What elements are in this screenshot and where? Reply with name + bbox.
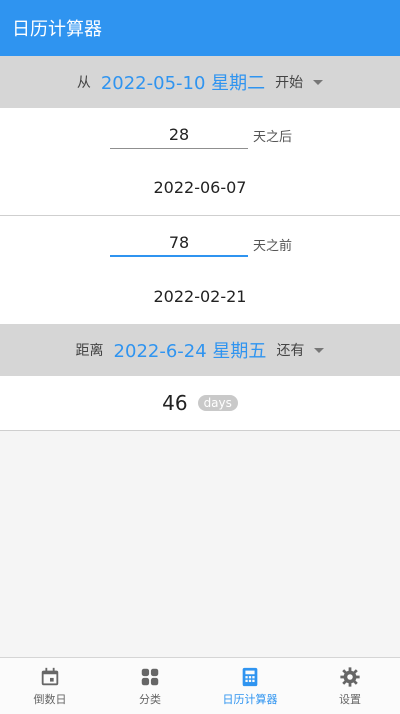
page-title: 日历计算器 bbox=[12, 19, 102, 40]
chevron-down-icon[interactable] bbox=[314, 347, 325, 353]
days-unit-badge: days bbox=[197, 395, 238, 411]
nav-label: 倒数日 bbox=[33, 692, 67, 706]
from-date-bar: 从 2022-05-10 星期二 开始 bbox=[0, 56, 400, 108]
distance-prefix-label: 距离 bbox=[75, 343, 104, 359]
before-input-underline bbox=[110, 255, 248, 257]
nav-label: 日历计算器 bbox=[222, 692, 278, 706]
nav-item-settings[interactable]: 设置 bbox=[300, 658, 400, 714]
distance-mode-dropdown[interactable]: 还有 bbox=[276, 340, 304, 360]
grid-icon bbox=[141, 668, 159, 685]
days-count: 46 bbox=[162, 391, 188, 415]
nav-label: 设置 bbox=[339, 692, 361, 706]
before-suffix-label: 天之前 bbox=[253, 239, 293, 254]
before-result-date: 2022-02-21 bbox=[153, 287, 247, 306]
after-days-input[interactable]: 28 bbox=[110, 116, 248, 152]
calendar-icon bbox=[41, 667, 59, 685]
chevron-down-icon[interactable] bbox=[313, 79, 324, 85]
from-prefix-label: 从 bbox=[76, 75, 91, 91]
nav-label: 分类 bbox=[139, 692, 161, 706]
app-bar: 日历计算器 bbox=[0, 0, 400, 56]
divider bbox=[0, 430, 400, 431]
after-result-date: 2022-06-07 bbox=[153, 178, 247, 197]
gear-icon bbox=[340, 666, 360, 687]
distance-result-row: 46 days bbox=[0, 383, 400, 423]
calculator-icon bbox=[242, 667, 258, 686]
after-suffix-label: 天之后 bbox=[253, 130, 293, 145]
bottom-nav: 倒数日 分类 日历计算器 设置 bbox=[0, 657, 400, 714]
after-input-underline bbox=[110, 148, 248, 149]
from-mode-dropdown[interactable]: 开始 bbox=[275, 72, 303, 92]
distance-date-bar: 距离 2022-6-24 星期五 还有 bbox=[0, 324, 400, 376]
nav-item-countdown[interactable]: 倒数日 bbox=[0, 658, 100, 714]
from-date-picker[interactable]: 2022-05-10 星期二 bbox=[101, 69, 265, 95]
nav-item-calendar-calculator[interactable]: 日历计算器 bbox=[200, 658, 300, 714]
nav-item-category[interactable]: 分类 bbox=[100, 658, 200, 714]
distance-date-picker[interactable]: 2022-6-24 星期五 bbox=[114, 337, 267, 363]
